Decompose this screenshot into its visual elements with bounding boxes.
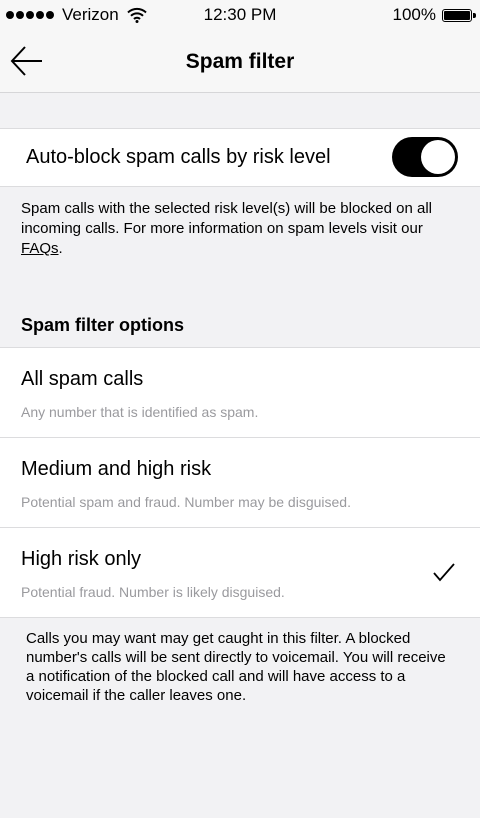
- option-all-spam[interactable]: All spam calls Any number that is identi…: [0, 348, 480, 438]
- section-title: Spam filter options: [21, 315, 185, 335]
- page-title: Spam filter: [185, 50, 295, 73]
- footer-text: Calls you may want may get caught in thi…: [26, 630, 446, 704]
- battery-icon: [442, 8, 476, 22]
- battery-fill: [444, 10, 470, 20]
- options-list: All spam calls Any number that is identi…: [0, 347, 480, 618]
- option-title: High risk only: [21, 548, 142, 570]
- auto-block-toggle[interactable]: [392, 137, 458, 177]
- faqs-link[interactable]: FAQs: [21, 240, 59, 257]
- status-bar: Verizon 12:30 PM 100%: [0, 0, 480, 30]
- option-medium-high[interactable]: Medium and high risk Potential spam and …: [0, 438, 480, 528]
- auto-block-label: Auto-block spam calls by risk level: [26, 146, 331, 168]
- auto-block-row: Auto-block spam calls by risk level: [0, 128, 480, 187]
- option-high-risk[interactable]: High risk only Potential fraud. Number i…: [0, 528, 480, 617]
- option-title: All spam calls: [21, 368, 144, 390]
- info-text: Spam calls with the selected risk level(…: [21, 199, 463, 259]
- checkmark-icon: [433, 563, 455, 582]
- option-description: Potential spam and fraud. Number may be …: [21, 494, 351, 510]
- toggle-knob: [421, 140, 455, 174]
- nav-bar: Spam filter: [0, 30, 480, 93]
- option-description: Any number that is identified as spam.: [21, 404, 259, 420]
- battery-percent: 100%: [392, 5, 436, 24]
- status-right: 100%: [392, 5, 476, 25]
- option-description: Potential fraud. Number is likely disgui…: [21, 584, 285, 600]
- info-body: Spam calls with the selected risk level(…: [21, 200, 433, 237]
- info-suffix: .: [58, 240, 63, 257]
- option-title: Medium and high risk: [21, 458, 212, 480]
